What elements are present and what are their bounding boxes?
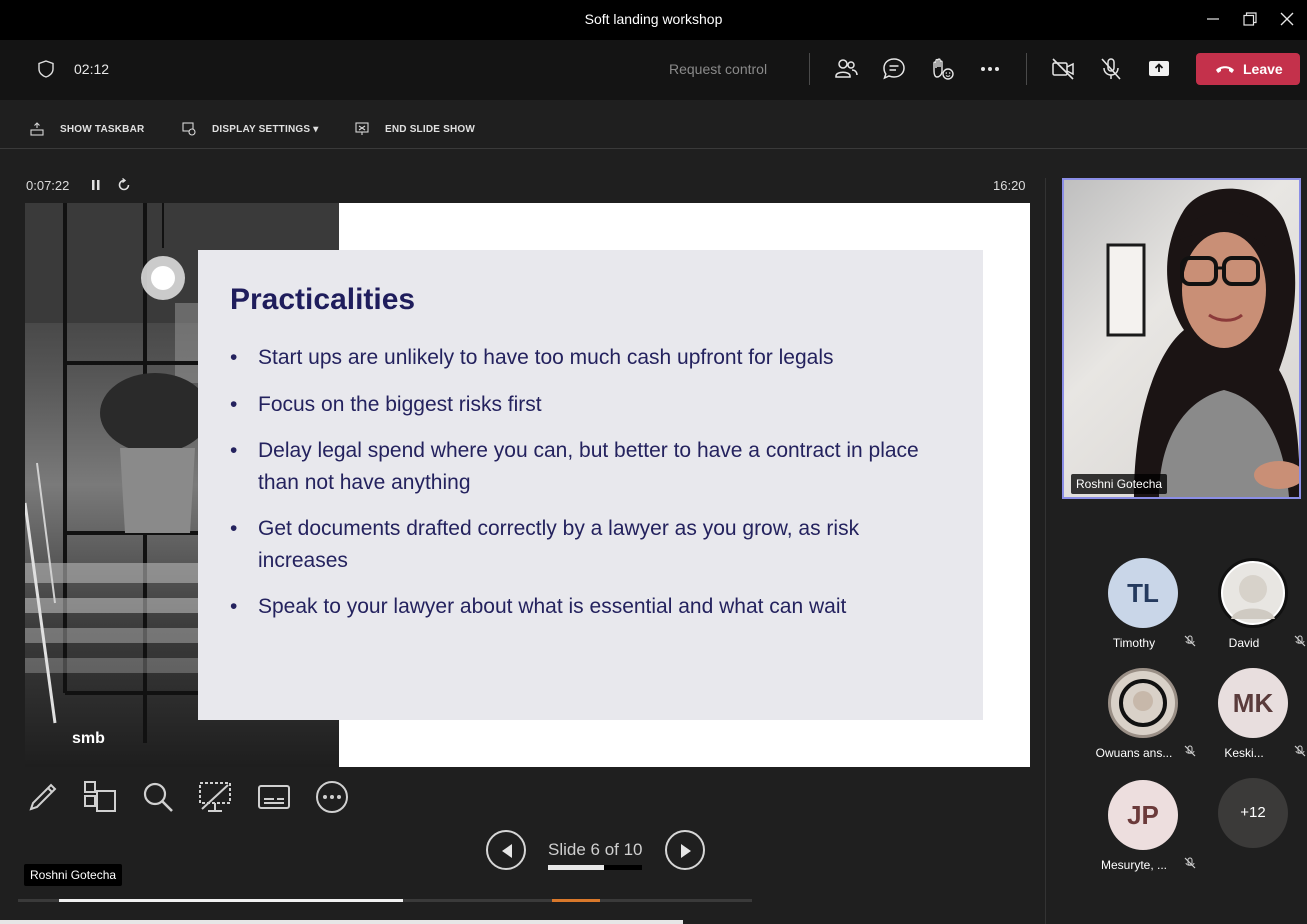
more-attendees-count: +12 [1218,778,1288,848]
end-slide-show-label: END SLIDE SHOW [385,124,476,135]
elapsed-timer: 0:07:22 [26,178,70,193]
minimize-button[interactable] [1196,6,1230,32]
speaker-name-label: Roshni Gotecha [1071,474,1168,494]
black-screen-icon[interactable] [197,779,233,815]
restart-timer-icon[interactable] [117,178,131,192]
subtitles-icon[interactable] [256,779,292,815]
share-screen-icon[interactable] [1146,56,1172,82]
attendee-avatar [1108,668,1178,738]
slide-title: Practicalities [230,283,416,316]
slide-progress [548,865,642,870]
attendee-avatar: JP [1108,780,1178,850]
share-progress-segment [59,899,403,902]
divider [1026,53,1027,85]
next-arrow-icon [681,844,691,858]
display-settings-icon [182,122,196,136]
share-progress-marker [552,899,600,902]
attendee-name: Timothy [1112,636,1156,650]
show-taskbar-label: SHOW TASKBAR [60,124,145,135]
attendee-avatar: TL [1108,558,1178,628]
attendee-photo [1223,563,1283,623]
close-icon [1280,12,1294,26]
mic-off-icon [1184,745,1196,757]
slide-bullet-list: Start ups are unlikely to have too much … [230,342,950,638]
see-all-slides-icon[interactable] [82,779,118,815]
window-title: Soft landing workshop [584,11,723,27]
end-show-icon [355,122,369,135]
pane-divider [1045,178,1046,924]
camera-off-icon[interactable] [1050,56,1076,82]
taskbar-strip [0,920,683,924]
toolbar-divider [0,148,1307,149]
mic-off-icon [1294,635,1306,647]
request-control-button[interactable]: Request control [669,61,767,77]
attendee-tile[interactable]: JP Mesuryte, ... [1088,780,1198,890]
speaker-video-frame [1106,188,1299,497]
restore-button[interactable] [1233,6,1267,32]
attendee-name: David [1228,636,1260,650]
title-bar: Soft landing workshop [0,0,1307,40]
slide-bullet: Speak to your lawyer about what is essen… [230,591,950,623]
next-slide-button[interactable] [665,830,705,870]
attendee-tile[interactable]: MK Keski... [1198,668,1307,778]
slide-view: smb Practicalities Start ups are unlikel… [25,203,1030,767]
more-options-icon[interactable] [977,56,1003,82]
slide-content-panel: Practicalities Start ups are unlikely to… [198,250,983,720]
close-button[interactable] [1270,6,1304,32]
slide-bullet: Delay legal spend where you can, but bet… [230,435,950,498]
previous-slide-button[interactable] [486,830,526,870]
active-speaker-video[interactable]: Roshni Gotecha [1062,178,1301,499]
attendee-name: Owuans ans... [1095,746,1173,760]
divider [809,53,810,85]
more-slide-options-icon[interactable] [314,779,350,815]
attendee-avatar [1218,558,1288,628]
slide-bullet: Focus on the biggest risks first [230,389,950,421]
chat-icon[interactable] [881,56,907,82]
attendee-tile[interactable]: David [1198,558,1307,668]
attendee-tile[interactable]: TL Timothy [1088,558,1198,668]
screen-share-label: Roshni Gotecha [24,864,123,886]
slide-logo: smb [72,730,105,747]
share-progress-bar [18,899,752,902]
previous-arrow-icon [502,844,512,858]
pause-icon[interactable] [91,179,101,191]
mic-muted-icon[interactable] [1098,56,1124,82]
teams-meeting-window: Soft landing workshop 02:12 Request cont… [0,0,1307,924]
participants-icon[interactable] [833,56,859,82]
hang-up-icon [1216,66,1234,73]
attendee-avatar: MK [1218,668,1288,738]
leave-label: Leave [1243,61,1283,77]
attendee-photo [1113,673,1173,733]
restore-icon [1243,12,1257,26]
leave-button[interactable]: Leave [1196,53,1300,85]
shield-icon [38,60,54,78]
mic-off-icon [1184,857,1196,869]
mic-off-icon [1294,745,1306,757]
clock: 16:20 [993,178,1026,193]
slide-bullet: Start ups are unlikely to have too much … [230,342,950,374]
slide-progress-fill [548,865,605,870]
reactions-icon[interactable] [929,56,955,82]
attendee-tile[interactable]: Owuans ans... [1088,668,1198,778]
mic-off-icon [1184,635,1196,647]
display-settings-label: DISPLAY SETTINGS ▾ [212,124,319,135]
meeting-duration: 02:12 [74,61,110,77]
slide-bullet: Get documents drafted correctly by a law… [230,513,950,576]
meeting-controls-bar: 02:12 Request control Leave [0,40,1307,100]
pen-icon[interactable] [25,779,61,815]
minimize-icon [1207,18,1219,20]
more-attendees-tile[interactable]: +12 [1198,778,1307,888]
zoom-icon[interactable] [140,779,176,815]
attendee-name: Keski... [1224,746,1264,760]
slide-counter: Slide 6 of 10 [548,840,643,859]
attendee-name: Mesuryte, ... [1100,858,1168,872]
taskbar-icon [30,122,44,136]
